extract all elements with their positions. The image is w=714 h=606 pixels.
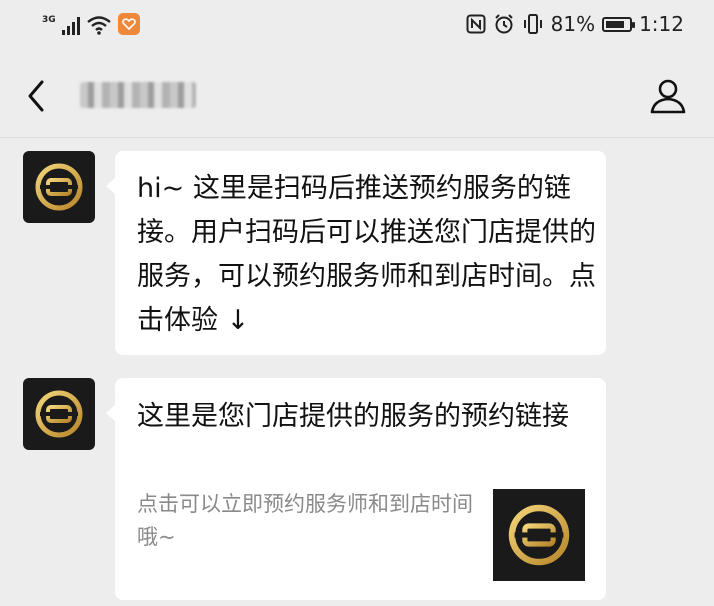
clock: 1:12	[639, 12, 684, 36]
nav-bar: █████	[0, 52, 714, 138]
back-button[interactable]	[22, 78, 52, 114]
link-card-title: 这里是您门店提供的服务的预约链接	[137, 401, 569, 432]
battery-icon	[602, 16, 636, 32]
status-right: 81% 1:12	[466, 12, 684, 36]
profile-button[interactable]	[648, 76, 688, 116]
heart-icon	[121, 18, 136, 31]
sender-avatar[interactable]	[23, 151, 95, 223]
signal-icon	[61, 17, 80, 35]
message-bubble[interactable]: hi~ 这里是扫码后推送预约服务的链接。用户扫码后可以推送您门店提供的服务，可以…	[106, 151, 606, 355]
status-bar: 3G 81% 1:12	[0, 0, 714, 52]
wifi-icon	[86, 16, 111, 35]
link-card-description: 点击可以立即预约服务师和到店时间哦~	[137, 492, 473, 549]
vibrate-icon	[523, 14, 542, 34]
app-notification-icon	[117, 13, 140, 35]
gold-ring-logo-icon	[35, 390, 83, 438]
gold-ring-logo-icon	[508, 504, 570, 566]
chat-title: █████	[80, 82, 196, 108]
person-icon	[650, 79, 686, 114]
status-left: 3G	[42, 13, 140, 35]
alarm-icon	[494, 14, 513, 34]
nfc-icon	[466, 14, 486, 34]
battery-percent: 81%	[550, 12, 596, 36]
link-card-thumbnail	[493, 489, 585, 581]
link-card[interactable]: 这里是您门店提供的服务的预约链接 点击可以立即预约服务师和到店时间哦~	[106, 378, 606, 600]
chevron-left-icon	[28, 80, 44, 112]
gold-ring-logo-icon	[35, 163, 83, 211]
message-text: hi~ 这里是扫码后推送预约服务的链接。用户扫码后可以推送您门店提供的服务，可以…	[137, 173, 596, 336]
network-type: 3G	[42, 15, 56, 25]
sender-avatar[interactable]	[23, 378, 95, 450]
